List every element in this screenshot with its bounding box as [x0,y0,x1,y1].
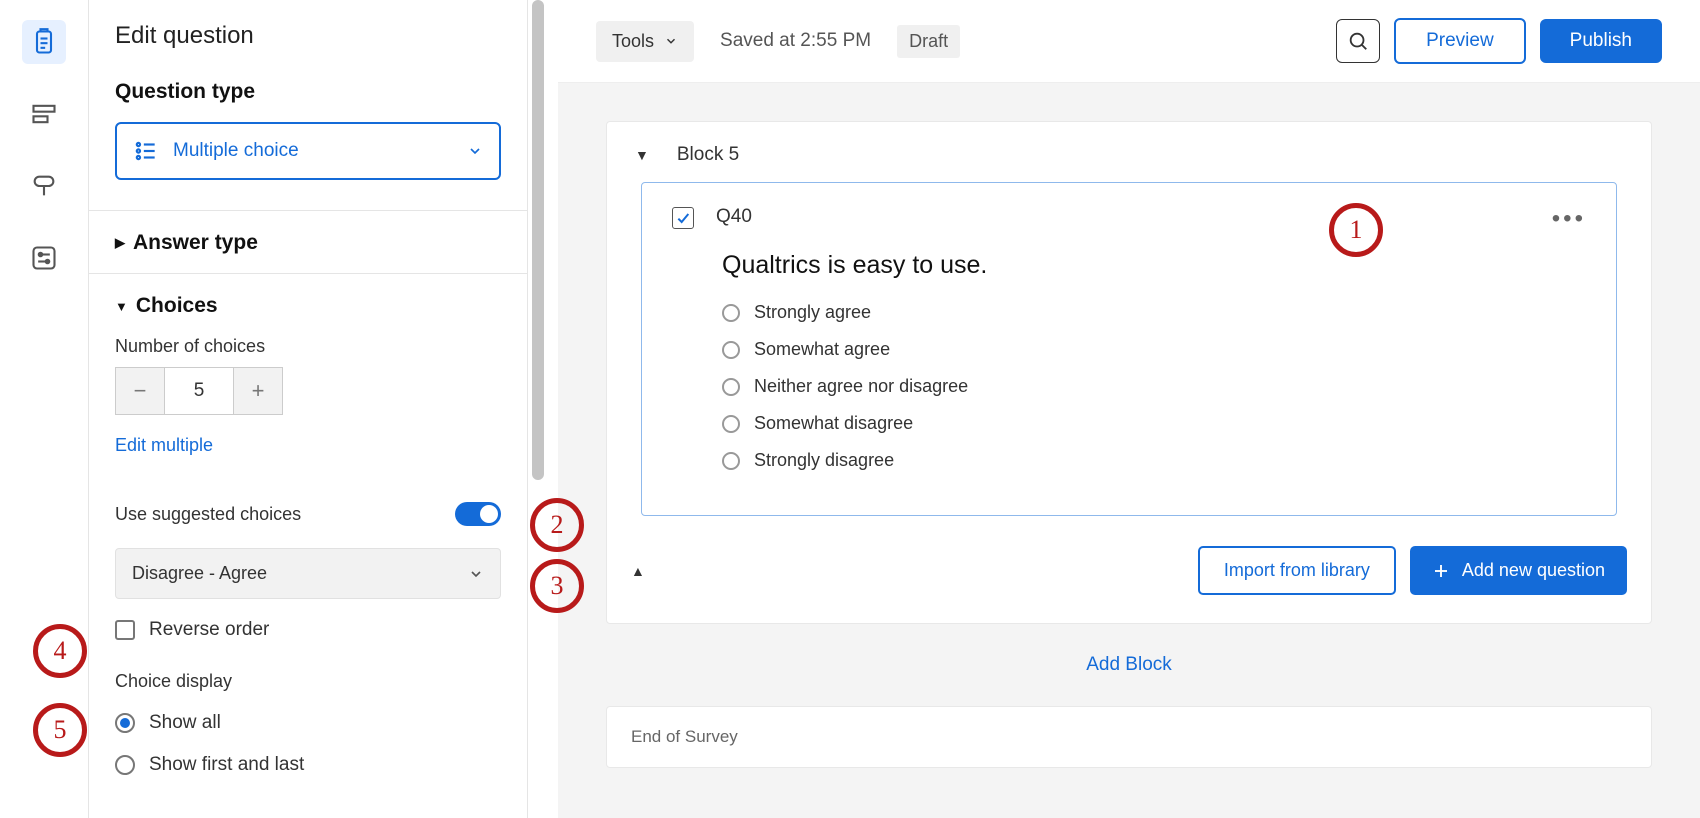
end-of-survey-block[interactable]: End of Survey [606,706,1652,768]
scale-value: Disagree - Agree [132,563,267,584]
stepper-inc-button[interactable]: + [234,368,282,414]
show-first-last-radio[interactable]: Show first and last [115,754,501,776]
scale-select[interactable]: Disagree - Agree [115,548,501,599]
add-block-link[interactable]: Add Block [1086,654,1172,675]
question-card[interactable]: Q40 ••• Qualtrics is easy to use. Strong… [641,182,1617,516]
question-type-heading: Question type [115,80,501,104]
quantity-stepper: − 5 + [115,367,283,415]
choice-count: 5 [164,368,234,414]
preview-button[interactable]: Preview [1394,18,1526,64]
use-suggested-label: Use suggested choices [115,504,301,525]
question-id: Q40 [716,206,752,228]
option-row[interactable]: Strongly agree [722,302,1586,323]
option-row[interactable]: Neither agree nor disagree [722,376,1586,397]
option-row[interactable]: Strongly disagree [722,450,1586,471]
rail-options-icon[interactable] [22,236,66,280]
answer-type-heading[interactable]: ▶ Answer type [115,231,501,255]
option-row[interactable]: Somewhat agree [722,339,1586,360]
option-row[interactable]: Somewhat disagree [722,413,1586,434]
rail-look-icon[interactable] [22,164,66,208]
import-library-button[interactable]: Import from library [1198,546,1396,595]
choice-display-label: Choice display [115,671,501,692]
stepper-dec-button[interactable]: − [116,368,164,414]
sidebar-scroll-thumb[interactable] [532,0,544,480]
search-icon [1347,30,1369,52]
chevron-down-icon [664,34,678,48]
chevron-down-icon [468,566,484,582]
question-more-icon[interactable]: ••• [1552,205,1586,233]
rail-builder-icon[interactable] [22,20,66,64]
saved-label: Saved at 2:55 PM [720,30,871,52]
panel-title: Edit question [115,22,501,50]
question-type-select[interactable]: Multiple choice [115,122,501,180]
expand-block-icon[interactable]: ▲ [631,563,645,579]
plus-icon [1432,562,1450,580]
num-choices-label: Number of choices [115,336,501,357]
edit-multiple-link[interactable]: Edit multiple [115,435,213,456]
survey-block: ▼ Block 5 Q40 ••• Qualtrics is easy to u… [606,121,1652,624]
choices-heading[interactable]: ▼ Choices [115,294,501,318]
question-type-value: Multiple choice [173,140,299,162]
block-title[interactable]: Block 5 [677,144,739,166]
question-text[interactable]: Qualtrics is easy to use. [722,251,1586,280]
list-icon [133,138,159,164]
use-suggested-toggle[interactable] [455,502,501,526]
rail-flow-icon[interactable] [22,92,66,136]
status-badge: Draft [897,25,960,58]
add-question-button[interactable]: Add new question [1410,546,1627,595]
chevron-down-icon [467,143,483,159]
question-select-checkbox[interactable] [672,207,694,229]
search-button[interactable] [1336,19,1380,63]
collapse-block-icon[interactable]: ▼ [635,147,649,163]
publish-button[interactable]: Publish [1540,19,1662,63]
show-all-radio[interactable]: Show all [115,712,501,734]
reverse-order-checkbox[interactable]: Reverse order [115,619,501,641]
tools-menu[interactable]: Tools [596,21,694,62]
